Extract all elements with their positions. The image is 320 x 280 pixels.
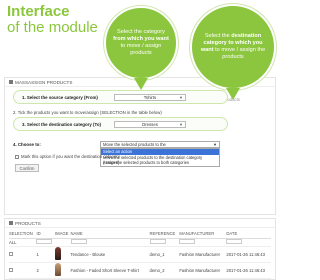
action-dropdown[interactable]: Move the selected products to the ▼ — [100, 141, 220, 148]
choose-action-label: 4. Choose to: — [13, 142, 41, 147]
col-selection[interactable]: SELECTION — [9, 230, 37, 239]
products-title: PRODUCTS — [15, 220, 41, 226]
col-image: IMAGE — [54, 230, 71, 239]
list-icon — [9, 221, 13, 225]
hero-title: Interface of the module — [7, 4, 98, 36]
filter-cell — [70, 238, 150, 247]
destination-category-callout: Select the destination category to which… — [190, 4, 276, 90]
id-filter-input[interactable] — [36, 239, 53, 244]
id-cell: 2 — [36, 262, 55, 279]
filter-cell — [226, 238, 271, 247]
name-cell: Tendance - Blouse — [70, 246, 150, 263]
source-category-select[interactable]: Tshirts ▼ — [114, 94, 186, 101]
hero-title-line2: of the module — [7, 18, 98, 36]
name-filter-input[interactable] — [70, 239, 87, 244]
chevron-down-icon: ▼ — [179, 122, 183, 127]
source-category-label: 1. Select the source category (From) — [22, 94, 98, 100]
callout-text-post: to move / assign the products — [213, 47, 266, 60]
action-option[interactable]: Assign the selected products to both cat… — [101, 160, 219, 166]
product-thumbnail — [54, 263, 61, 276]
hero-title-line1: Interface — [7, 3, 70, 20]
panel-title: MASSASSIGN PRODUCTS — [15, 79, 73, 85]
selection-cell — [9, 246, 37, 263]
confirm-button[interactable]: Confirm — [15, 164, 39, 172]
callout-text-post: to move / assign products — [120, 43, 162, 56]
image-cell — [54, 262, 71, 279]
checkbox[interactable] — [15, 154, 19, 159]
destination-category-select[interactable]: Dresses ▼ — [114, 121, 186, 128]
table-row: 1 Tendance - Blouse demo_1 Fashion Manuf… — [9, 246, 271, 263]
row-checkbox[interactable] — [9, 267, 13, 272]
filter-cell — [36, 238, 55, 247]
source-category-callout: Select the category from which you want … — [104, 6, 178, 80]
date-cell: 2017-01-26 11:46:43 — [226, 246, 271, 263]
reference-cell: demo_2 — [149, 262, 180, 279]
col-date[interactable]: DATE — [226, 230, 271, 239]
manufacturer-cell: Fashion Manufacturer — [179, 246, 227, 263]
name-cell: Fashion - Faded Short Sleeve T-shirt — [70, 262, 150, 279]
filter-all-cell: ALL — [9, 238, 37, 247]
filter-cell — [179, 238, 227, 247]
filter-cell — [54, 238, 71, 247]
callout-text-pre: Select the — [204, 33, 232, 40]
filter-all-label[interactable]: ALL — [9, 240, 16, 245]
date-filter-input[interactable] — [226, 239, 243, 244]
callout-text-pre: Select the category — [117, 29, 165, 36]
reference-cell: demo_1 — [149, 246, 180, 263]
callout-pointer — [134, 78, 148, 90]
gear-icon — [9, 80, 13, 84]
products-panel: PRODUCTS SELECTION ID IMAGE NAME REFEREN… — [4, 218, 276, 280]
col-id[interactable]: ID — [36, 230, 55, 239]
chevron-down-icon: ▼ — [179, 95, 183, 100]
products-header: PRODUCTS — [5, 219, 275, 228]
col-name[interactable]: NAME — [70, 230, 150, 239]
callout-text: Select the destination category to which… — [198, 33, 268, 61]
filter-row: ALL — [9, 238, 271, 247]
products-table: SELECTION ID IMAGE NAME REFERENCE MANUFA… — [9, 230, 271, 279]
callout-text-bold: from which you want — [113, 36, 169, 43]
callout-text: Select the category from which you want … — [112, 29, 170, 57]
table-row: 2 Fashion - Faded Short Sleeve T-shirt d… — [9, 262, 271, 279]
destination-category-label: 3. Select the destination category (To) — [22, 121, 101, 127]
manufacturer-cell: Fashion Manufacturer — [179, 262, 227, 279]
date-cell: 2017-01-26 11:46:43 — [226, 262, 271, 279]
destination-category-step: 3. Select the destination category (To) … — [13, 117, 228, 131]
selection-note: 2. Tick the products you want to move/as… — [13, 110, 162, 115]
filter-cell — [149, 238, 180, 247]
manufacturer-filter-input[interactable] — [179, 239, 196, 244]
source-category-value: Tshirts — [143, 95, 157, 100]
selection-cell — [9, 262, 37, 279]
action-dropdown-value: Move the selected products to the — [103, 142, 166, 147]
reference-filter-input[interactable] — [149, 239, 166, 244]
col-manufacturer[interactable]: MANUFACTURER — [179, 230, 227, 239]
mark-option[interactable]: Mark this option if you want the destina… — [15, 154, 120, 159]
mark-option-label: Mark this option if you want the destina… — [21, 154, 120, 159]
image-cell — [54, 246, 71, 263]
callout-pointer — [226, 88, 240, 100]
product-thumbnail — [54, 247, 61, 260]
id-cell: 1 — [36, 246, 55, 263]
col-reference[interactable]: REFERENCE — [149, 230, 180, 239]
destination-category-value: Dresses — [142, 122, 158, 127]
row-checkbox[interactable] — [9, 251, 13, 256]
source-category-step: 1. Select the source category (From) Tsh… — [13, 90, 228, 104]
